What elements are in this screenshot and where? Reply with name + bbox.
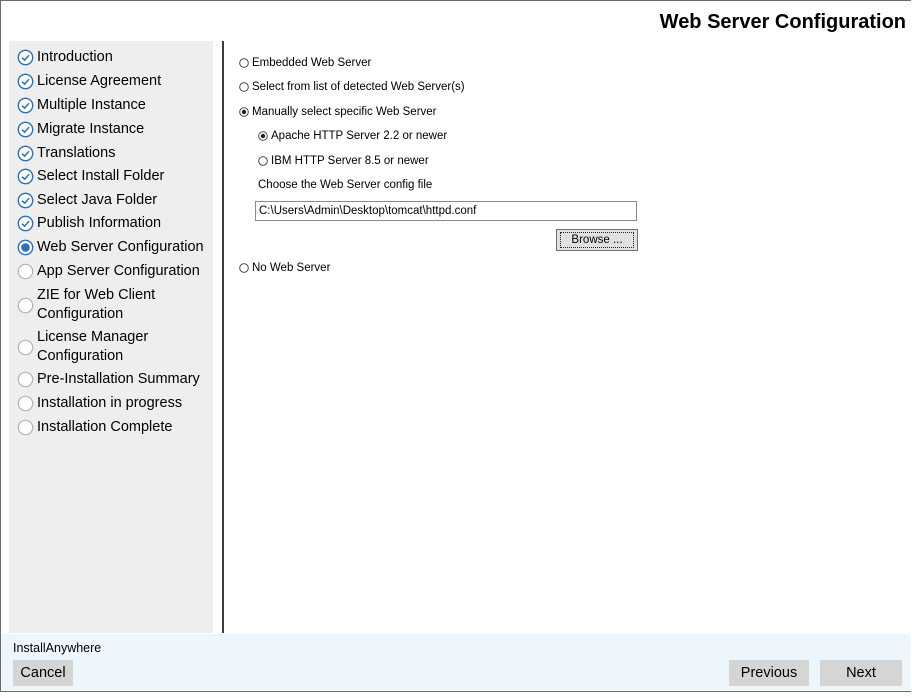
- previous-button[interactable]: Previous: [729, 660, 809, 686]
- empty-circle-icon: [17, 339, 34, 355]
- next-button[interactable]: Next: [820, 660, 902, 686]
- empty-circle-icon: [17, 419, 34, 436]
- step-label: Pre-Installation Summary: [37, 371, 200, 387]
- radio-selected-icon: [17, 239, 34, 256]
- radio-unselected-icon[interactable]: [239, 263, 249, 273]
- radio-embedded-web-server[interactable]: Embedded Web Server: [239, 57, 371, 69]
- empty-circle-icon: [17, 395, 34, 412]
- radio-apache-http-server[interactable]: Apache HTTP Server 2.2 or newer: [258, 130, 447, 142]
- empty-circle-icon: [17, 297, 34, 313]
- radio-unselected-icon[interactable]: [258, 156, 268, 166]
- step-label: Introduction: [37, 49, 113, 65]
- step-label: Translations: [37, 145, 116, 161]
- step-label-line1: License Manager: [37, 329, 149, 345]
- step-select-java-folder: Select Java Folder: [17, 191, 157, 210]
- step-label: Select Install Folder: [37, 168, 165, 184]
- step-translations: Translations: [17, 144, 115, 163]
- cancel-button[interactable]: Cancel: [13, 660, 73, 686]
- step-label: Migrate Instance: [37, 121, 145, 137]
- check-circle-icon: [17, 97, 34, 114]
- step-introduction: Introduction: [17, 48, 113, 67]
- radio-detected-web-servers[interactable]: Select from list of detected Web Server(…: [239, 81, 465, 93]
- radio-selected-icon[interactable]: [258, 131, 268, 141]
- step-label: Select Java Folder: [37, 192, 158, 208]
- radio-label: Apache HTTP Server 2.2 or newer: [271, 130, 448, 142]
- check-circle-icon: [17, 73, 34, 90]
- radio-no-web-server[interactable]: No Web Server: [239, 262, 330, 274]
- step-label-line2: Configuration: [37, 306, 124, 322]
- steps-sidebar: Introduction License Agreement Multiple …: [9, 41, 213, 633]
- step-zie-web-client-configuration: ZIE for Web Client Configuration: [17, 286, 155, 324]
- step-label: Installation in progress: [37, 395, 183, 411]
- radio-selected-icon[interactable]: [239, 107, 249, 117]
- step-label: Multiple Instance: [37, 97, 146, 113]
- browse-button-label: Browse ...: [560, 232, 634, 248]
- page-title: Web Server Configuration: [659, 11, 906, 33]
- radio-unselected-icon[interactable]: [239, 58, 249, 68]
- empty-circle-icon: [17, 371, 34, 388]
- empty-circle-icon: [17, 263, 34, 280]
- step-label-line2: Configuration: [37, 348, 124, 364]
- step-publish-information: Publish Information: [17, 214, 161, 233]
- check-circle-icon: [17, 192, 34, 209]
- step-label: Publish Information: [37, 215, 162, 231]
- step-pre-installation-summary: Pre-Installation Summary: [17, 370, 200, 389]
- step-migrate-instance: Migrate Instance: [17, 120, 144, 139]
- step-label: License Agreement: [37, 73, 162, 89]
- step-app-server-configuration: App Server Configuration: [17, 262, 200, 281]
- step-label-line1: ZIE for Web Client: [37, 287, 156, 303]
- radio-unselected-icon[interactable]: [239, 82, 249, 92]
- step-license-manager-configuration: License Manager Configuration: [17, 328, 148, 366]
- step-installation-complete: Installation Complete: [17, 418, 172, 437]
- check-circle-icon: [17, 49, 34, 66]
- step-multiple-instance: Multiple Instance: [17, 96, 146, 115]
- browse-button[interactable]: Browse ...: [556, 229, 638, 251]
- radio-label: IBM HTTP Server 8.5 or newer: [271, 155, 429, 167]
- check-circle-icon: [17, 145, 34, 162]
- radio-ibm-http-server[interactable]: IBM HTTP Server 8.5 or newer: [258, 155, 429, 167]
- step-label: Installation Complete: [37, 419, 173, 435]
- step-web-server-configuration: Web Server Configuration: [17, 238, 204, 257]
- config-file-path-input[interactable]: [255, 201, 637, 221]
- radio-label: Embedded Web Server: [252, 57, 372, 69]
- step-license-agreement: License Agreement: [17, 72, 161, 91]
- step-label: Web Server Configuration: [37, 239, 204, 255]
- step-select-install-folder: Select Install Folder: [17, 167, 164, 186]
- installer-brand: InstallAnywhere: [13, 641, 102, 655]
- radio-label: Select from list of detected Web Server(…: [252, 81, 465, 93]
- radio-manual-web-server[interactable]: Manually select specific Web Server: [239, 106, 437, 118]
- step-installation-in-progress: Installation in progress: [17, 394, 182, 413]
- check-circle-icon: [17, 215, 34, 232]
- radio-label: No Web Server: [252, 262, 331, 274]
- check-circle-icon: [17, 121, 34, 138]
- check-circle-icon: [17, 168, 34, 185]
- step-label: App Server Configuration: [37, 263, 200, 279]
- radio-label: Manually select specific Web Server: [252, 106, 437, 118]
- config-file-label: Choose the Web Server config file: [258, 179, 433, 191]
